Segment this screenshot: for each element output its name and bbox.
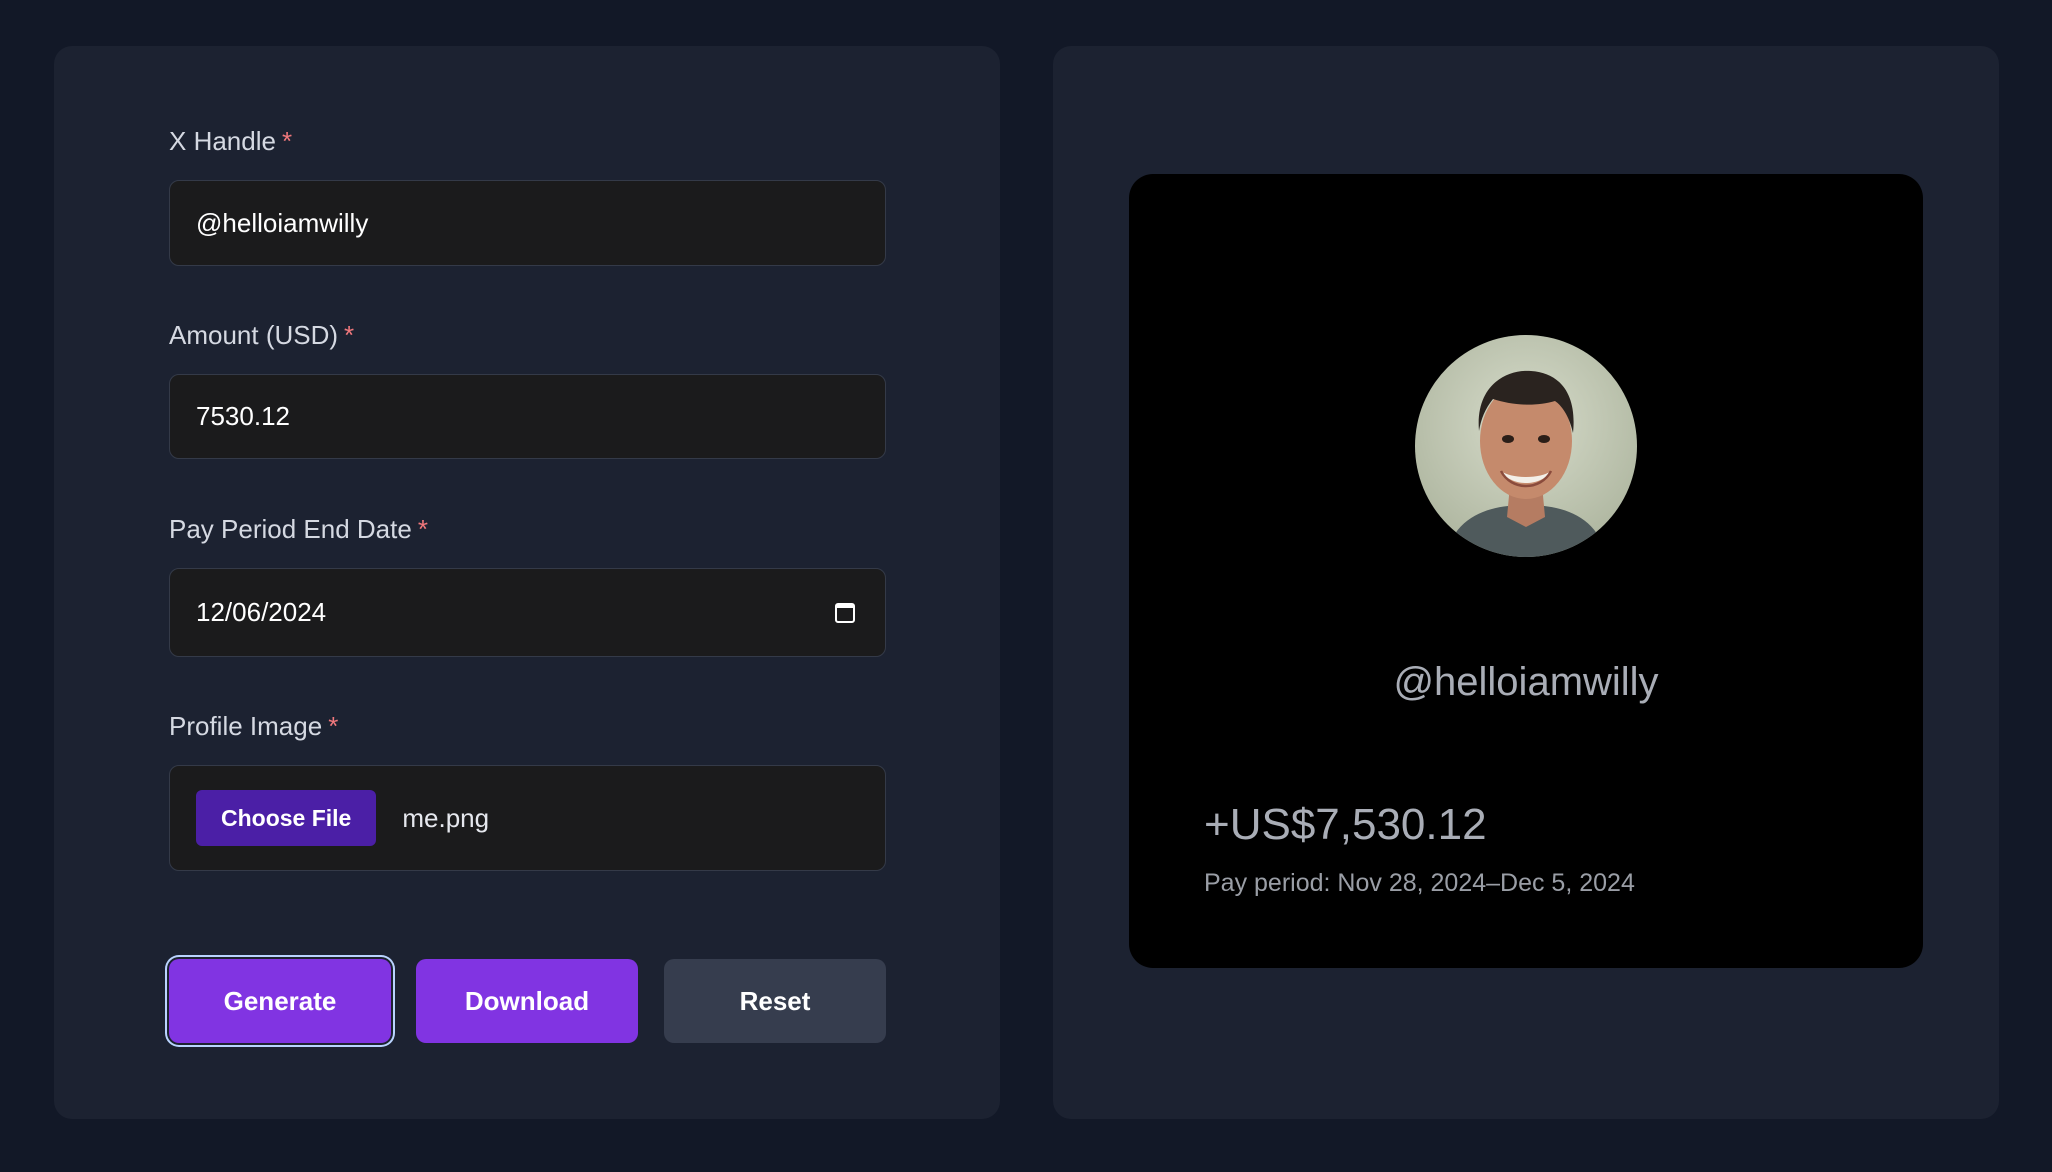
preview-card: @helloiamwilly +US$7,530.12 Pay period: … <box>1129 174 1923 968</box>
end-date-input[interactable]: 12/06/2024 <box>169 568 886 657</box>
required-mark: * <box>281 126 293 156</box>
profile-image-label: Profile Image * <box>169 711 338 742</box>
calendar-icon[interactable] <box>835 602 855 623</box>
end-date-input-value: 12/06/2024 <box>196 597 327 627</box>
amount-label: Amount (USD) * <box>169 320 354 351</box>
reset-button[interactable]: Reset <box>664 959 886 1043</box>
profile-image-input[interactable]: Choose File me.png <box>169 765 886 871</box>
avatar <box>1415 335 1637 557</box>
end-date-label-text: Pay Period End Date <box>169 514 412 544</box>
preview-amount: +US$7,530.12 <box>1204 800 1487 849</box>
handle-label-text: X Handle <box>169 126 276 156</box>
download-button[interactable]: Download <box>416 959 638 1043</box>
required-mark: * <box>344 320 355 350</box>
preview-panel: @helloiamwilly +US$7,530.12 Pay period: … <box>1053 46 1999 1119</box>
amount-input[interactable]: 7530.12 <box>169 374 886 459</box>
amount-label-text: Amount (USD) <box>169 320 339 350</box>
generate-button[interactable]: Generate <box>169 959 391 1043</box>
amount-input-value: 7530.12 <box>196 401 290 431</box>
choose-file-button[interactable]: Choose File <box>196 790 377 846</box>
file-name: me.png <box>402 802 490 833</box>
profile-image-label-text: Profile Image <box>169 711 323 741</box>
end-date-label: Pay Period End Date * <box>169 514 428 545</box>
required-mark: * <box>328 711 339 741</box>
form-panel: X Handle * @helloiamwilly Amount (USD) * 7… <box>54 46 1000 1119</box>
handle-input-value: @helloiamwilly <box>196 207 369 238</box>
handle-input[interactable]: @helloiamwilly <box>169 180 886 266</box>
handle-label: X Handle * <box>169 126 292 157</box>
profile-photo <box>1415 335 1637 557</box>
preview-pay-period: Pay period: Nov 28, 2024–Dec 5, 2024 <box>1204 869 1635 897</box>
required-mark: * <box>417 514 428 544</box>
preview-handle: @helloiamwilly <box>1393 660 1659 704</box>
